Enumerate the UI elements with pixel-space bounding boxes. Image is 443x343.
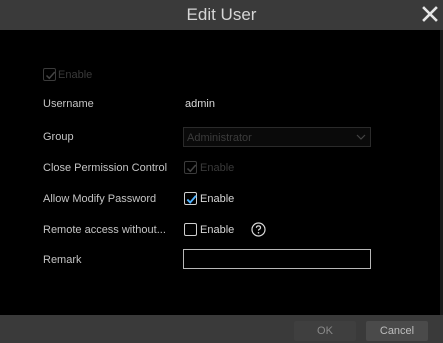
enable-checkbox-label: Enable xyxy=(58,69,93,81)
allow-modify-password-checkbox[interactable] xyxy=(184,192,197,205)
remote-access-label: Remote access without... xyxy=(43,224,166,236)
remark-label: Remark xyxy=(43,254,82,266)
enable-checkbox xyxy=(43,68,56,81)
dialog-titlebar: Edit User xyxy=(0,0,443,30)
dialog-title: Edit User xyxy=(186,5,257,24)
close-button[interactable] xyxy=(419,3,441,25)
group-label: Group xyxy=(43,131,74,143)
allow-modify-password-label: Allow Modify Password xyxy=(43,193,157,205)
chevron-down-icon xyxy=(356,134,366,140)
edit-user-dialog: Edit User Enable Username admin Group Ad… xyxy=(0,0,443,343)
group-select-value: Administrator xyxy=(187,132,252,144)
checkmark-icon xyxy=(45,71,56,80)
cancel-button[interactable]: Cancel xyxy=(366,321,428,341)
close-permission-control-label: Close Permission Control xyxy=(43,162,168,174)
username-label: Username xyxy=(43,98,94,110)
group-select: Administrator xyxy=(183,127,371,147)
username-value: admin xyxy=(185,98,215,110)
question-circle-icon[interactable] xyxy=(251,222,266,237)
close-permission-control-checkbox-label: Enable xyxy=(200,162,235,174)
remote-access-checkbox[interactable] xyxy=(184,223,197,236)
close-icon xyxy=(422,6,438,22)
allow-modify-password-checkbox-label[interactable]: Enable xyxy=(200,192,234,206)
ok-button[interactable]: OK xyxy=(294,321,356,341)
remark-input[interactable] xyxy=(183,249,371,269)
close-permission-control-checkbox xyxy=(184,161,197,174)
remote-access-checkbox-label[interactable]: Enable xyxy=(200,223,234,237)
checkmark-icon xyxy=(186,164,197,173)
checkmark-icon xyxy=(186,195,197,204)
